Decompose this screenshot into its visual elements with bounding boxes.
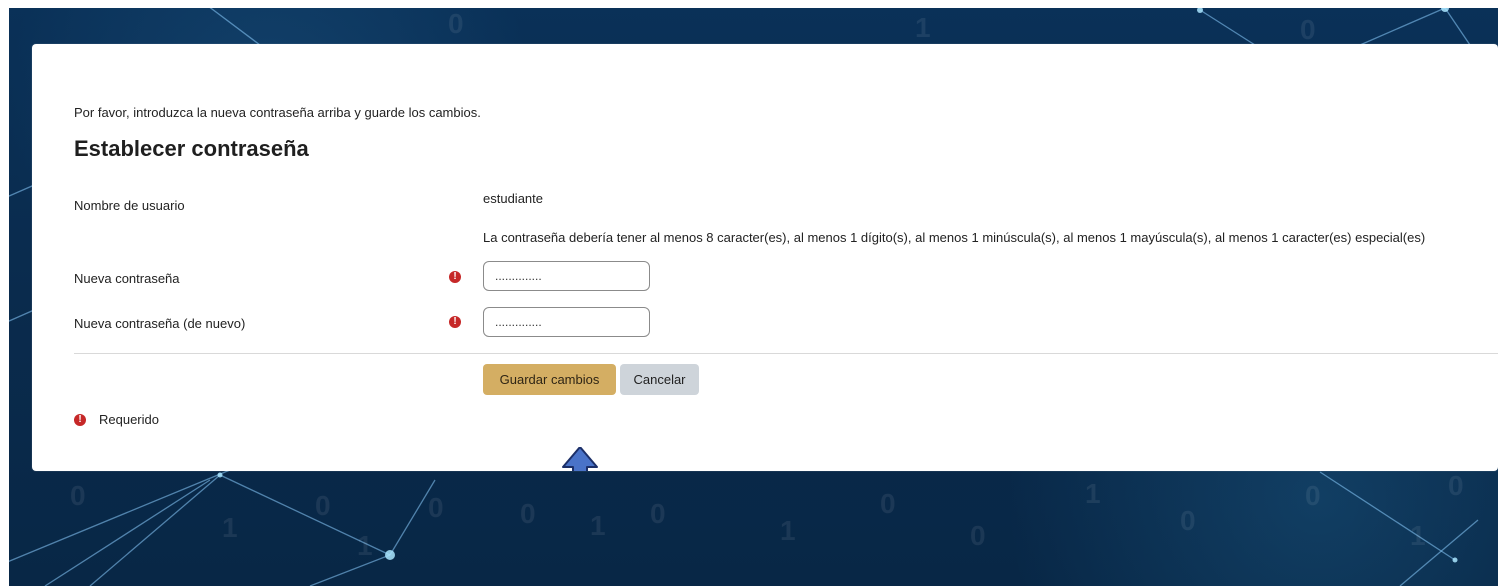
form-divider [74, 353, 1498, 354]
password-form-card: Por favor, introduzca la nueva contraseñ… [32, 44, 1498, 471]
cancel-button[interactable]: Cancelar [620, 364, 699, 395]
save-changes-button[interactable]: Guardar cambios [483, 364, 616, 395]
new-password-input[interactable] [483, 261, 650, 291]
required-icon: ! [449, 316, 461, 328]
top-white-strip [0, 0, 1498, 8]
username-label: Nombre de usuario [74, 198, 185, 213]
repeat-password-label: Nueva contraseña (de nuevo) [74, 316, 246, 331]
repeat-password-input[interactable] [483, 307, 650, 337]
required-icon: ! [74, 414, 86, 426]
required-icon: ! [449, 271, 461, 283]
intro-text: Por favor, introduzca la nueva contraseñ… [74, 105, 481, 120]
page-title: Establecer contraseña [74, 136, 309, 161]
up-arrow-icon [562, 447, 598, 471]
required-text: Requerido [99, 412, 159, 427]
password-rules-text: La contraseña debería tener al menos 8 c… [483, 230, 1426, 245]
left-white-strip [0, 0, 9, 586]
username-value: estudiante [483, 191, 543, 206]
new-password-label: Nueva contraseña [74, 271, 180, 286]
